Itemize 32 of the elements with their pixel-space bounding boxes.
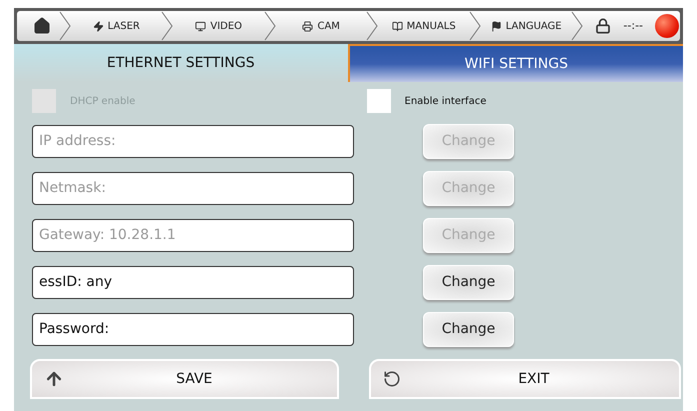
exit-button[interactable]: EXIT bbox=[368, 359, 681, 399]
checkbox-label: Enable interface bbox=[404, 94, 486, 108]
lock-icon[interactable] bbox=[595, 18, 612, 34]
bolt-icon bbox=[92, 20, 104, 32]
change-button[interactable]: Change bbox=[423, 265, 514, 300]
flag-icon bbox=[490, 20, 502, 32]
nav-tab[interactable]: LASER bbox=[71, 18, 162, 34]
nav-tab[interactable]: MANUALS bbox=[378, 18, 469, 34]
checkbox[interactable] bbox=[366, 89, 390, 113]
status-light-icon bbox=[655, 14, 680, 38]
chevron-icon bbox=[264, 11, 276, 41]
nav-tab[interactable]: LANGUAGE bbox=[480, 18, 572, 34]
text-field[interactable]: essID: any bbox=[32, 266, 354, 299]
checkbox-label: DHCP enable bbox=[70, 94, 136, 108]
settings-tab[interactable]: WIFI SETTINGS bbox=[348, 44, 683, 82]
text-field[interactable]: Password: bbox=[32, 313, 354, 346]
monitor-icon bbox=[195, 20, 206, 32]
chevron-icon bbox=[366, 11, 378, 41]
chevron-icon bbox=[161, 11, 174, 41]
change-button[interactable]: Change bbox=[423, 312, 514, 347]
upload-icon bbox=[44, 369, 64, 389]
clock: --:-- bbox=[623, 18, 644, 34]
chevron-icon bbox=[571, 11, 584, 41]
home-icon[interactable] bbox=[33, 17, 51, 35]
save-button[interactable]: SAVE bbox=[30, 359, 339, 399]
chevron-icon bbox=[59, 11, 71, 41]
nav-tab[interactable]: VIDEO bbox=[173, 18, 264, 34]
undo-icon bbox=[382, 370, 401, 388]
chevron-icon bbox=[468, 11, 481, 41]
book-icon bbox=[392, 20, 403, 32]
printer-icon bbox=[302, 20, 314, 32]
nav-tab[interactable]: CAM bbox=[276, 18, 366, 34]
